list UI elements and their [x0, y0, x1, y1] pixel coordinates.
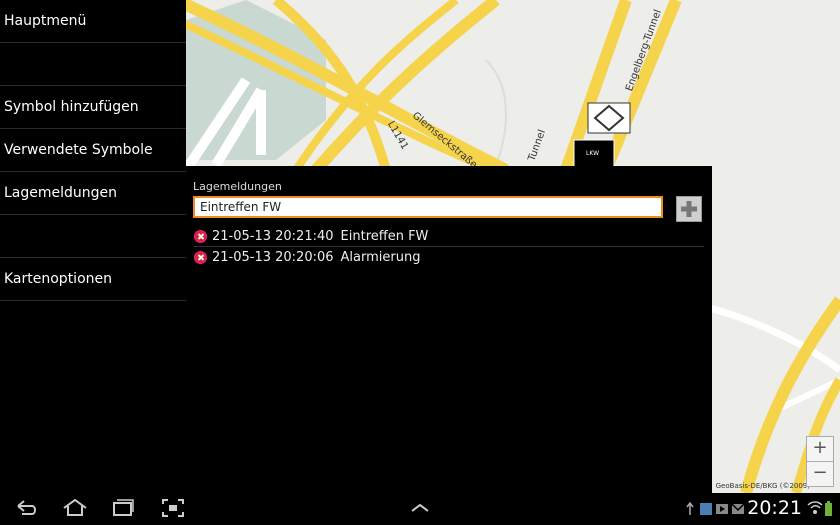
- log-entry: 21-05-13 20:20:06 Alarmierung: [194, 248, 704, 267]
- menu-item-empty-2: [0, 215, 186, 258]
- message-input[interactable]: [193, 196, 663, 218]
- back-icon[interactable]: [14, 497, 40, 519]
- menu-item-verwendete-symbole[interactable]: Verwendete Symbole: [0, 129, 186, 172]
- log-entry-text: Eintreffen FW: [340, 229, 429, 244]
- map-attribution: GeoBasis-DE/BKG (©2009): [715, 482, 810, 490]
- vehicle-symbol-label[interactable]: LKW: [586, 150, 599, 157]
- log-entry-time: 21-05-13 20:21:40: [212, 229, 334, 244]
- wifi-battery-icon[interactable]: [806, 499, 834, 519]
- zoom-in-button[interactable]: +: [806, 436, 834, 462]
- menu-item-lagemeldungen[interactable]: Lagemeldungen: [0, 172, 186, 215]
- plus-icon: [681, 201, 697, 217]
- zoom-out-button[interactable]: −: [806, 461, 834, 487]
- log-entry-text: Alarmierung: [340, 250, 421, 265]
- lagemeldungen-panel: Lagemeldungen 21-05-13 20:21:40 Eintreff…: [186, 166, 712, 493]
- home-icon[interactable]: [61, 497, 89, 519]
- system-navigation-bar: 20:21: [0, 493, 840, 525]
- delete-entry-icon[interactable]: [194, 230, 207, 243]
- menu-item-hauptmenue[interactable]: Hauptmenü: [0, 0, 186, 43]
- chevron-up-icon[interactable]: [408, 497, 432, 519]
- log-entry: 21-05-13 20:21:40 Eintreffen FW: [194, 227, 704, 247]
- log-entry-time: 21-05-13 20:20:06: [212, 250, 334, 265]
- menu-item-empty-1: [0, 43, 186, 86]
- menu-item-kartenoptionen[interactable]: Kartenoptionen: [0, 258, 186, 301]
- status-clock: 20:21: [747, 497, 802, 519]
- delete-entry-icon[interactable]: [194, 251, 207, 264]
- recent-apps-icon[interactable]: [110, 497, 136, 519]
- sidebar-menu: Hauptmenü Symbol hinzufügen Verwendete S…: [0, 0, 186, 493]
- screenshot-icon[interactable]: [160, 497, 186, 519]
- menu-item-symbol-hinzufuegen[interactable]: Symbol hinzufügen: [0, 86, 186, 129]
- add-message-button[interactable]: [676, 196, 702, 222]
- notification-icons[interactable]: [686, 501, 746, 517]
- panel-title: Lagemeldungen: [193, 180, 282, 193]
